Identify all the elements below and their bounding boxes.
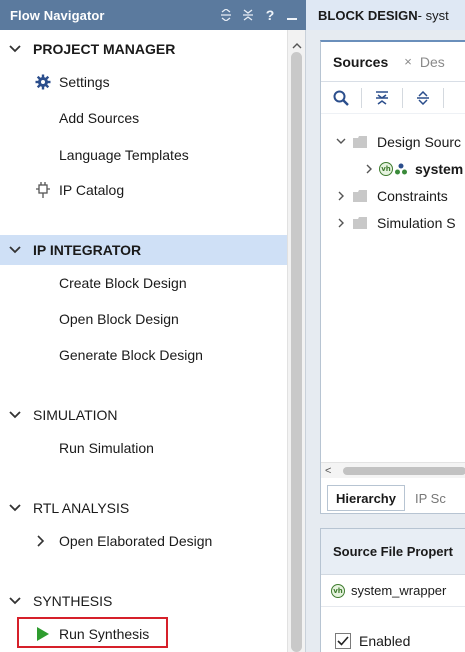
help-icon[interactable]: ? (264, 7, 276, 23)
ip-plug-icon (34, 181, 52, 199)
expand-all-icon[interactable] (413, 88, 433, 108)
nav-item-open-block-design[interactable]: Open Block Design (0, 304, 287, 334)
block-design-subtitle: - syst (417, 7, 449, 23)
block-design-title: BLOCK DESIGN (318, 7, 418, 23)
chevron-right-icon[interactable] (335, 190, 347, 202)
vhdl-file-icon: vh (379, 161, 393, 176)
properties-title: Source File Propert (321, 529, 465, 575)
nav-item-generate-block-design[interactable]: Generate Block Design (0, 340, 287, 370)
vhdl-file-icon: vh (331, 583, 345, 598)
nav-item-label: Language Templates (59, 147, 189, 163)
chevron-down-icon[interactable] (8, 594, 22, 608)
scroll-up-icon[interactable] (292, 36, 302, 52)
close-tab-icon[interactable]: × (404, 54, 412, 69)
nav-item-run-simulation[interactable]: Run Simulation (0, 433, 287, 463)
collapse-all-icon[interactable] (242, 8, 254, 22)
chevron-down-icon[interactable] (335, 136, 347, 148)
tree-item-label: Constraints (377, 187, 448, 204)
nav-item-label: Open Elaborated Design (59, 533, 213, 549)
section-label: RTL ANALYSIS (33, 500, 130, 516)
tree-item-constraints[interactable]: Constraints (321, 182, 465, 209)
sources-toolbar (321, 82, 465, 114)
nav-item-add-sources[interactable]: Add Sources (0, 103, 287, 133)
enabled-label: Enabled (359, 633, 411, 649)
section-ip-integrator[interactable]: IP INTEGRATOR (0, 235, 287, 265)
toolbar-divider (443, 87, 444, 108)
tab-hierarchy[interactable]: Hierarchy (327, 485, 405, 511)
minimize-icon[interactable] (286, 8, 298, 22)
properties-file-row: vh system_wrapper (321, 575, 465, 607)
scroll-left-icon[interactable]: < (325, 465, 331, 477)
block-design-area: BLOCK DESIGN - syst Sources × Des Design… (306, 0, 465, 652)
gear-icon (34, 73, 52, 91)
sources-panel: Sources × Des Design Sourc vh system Con… (320, 40, 465, 514)
nav-item-open-elaborated-design[interactable]: Open Elaborated Design (0, 526, 287, 556)
hierarchy-top-icon (395, 163, 407, 174)
scrollbar-thumb[interactable] (343, 467, 465, 475)
tree-item-label: system (415, 160, 464, 177)
tree-item-system-wrapper[interactable]: vh system (321, 155, 465, 182)
tab-design[interactable]: Des (420, 54, 445, 70)
expand-all-icon[interactable] (220, 8, 232, 22)
section-rtl-analysis[interactable]: RTL ANALYSIS (0, 493, 287, 523)
tab-ip-sources[interactable]: IP Sc (415, 491, 446, 506)
chevron-right-icon[interactable] (34, 534, 48, 548)
section-label: IP INTEGRATOR (33, 242, 142, 258)
enabled-checkbox-row[interactable]: Enabled (321, 627, 465, 652)
flow-navigator-toolbar: ? (220, 0, 298, 30)
collapse-all-icon[interactable] (372, 88, 392, 108)
chevron-down-icon[interactable] (8, 408, 22, 422)
nav-item-label: Add Sources (59, 110, 140, 126)
nav-item-label: IP Catalog (59, 182, 125, 198)
flow-navigator-panel: Flow Navigator ? PROJECT MANAGER Setting… (0, 0, 306, 652)
chevron-right-icon[interactable] (363, 163, 375, 175)
folder-icon (353, 216, 367, 229)
run-synthesis-highlight-box (17, 617, 168, 648)
section-label: SIMULATION (33, 407, 118, 423)
toolbar-divider (402, 87, 403, 108)
nav-item-settings[interactable]: Settings (0, 67, 287, 97)
search-icon[interactable] (331, 88, 351, 108)
flow-navigator-title: Flow Navigator (10, 7, 105, 23)
block-design-header: BLOCK DESIGN - syst (306, 0, 465, 30)
nav-item-language-templates[interactable]: Language Templates (0, 140, 287, 170)
flow-navigator-scrollbar[interactable] (287, 30, 305, 652)
folder-icon (353, 135, 367, 148)
sources-bottom-tabs: Hierarchy IP Sc (321, 482, 465, 514)
nav-item-label: Generate Block Design (59, 347, 203, 363)
tab-sources[interactable]: Sources (333, 54, 388, 70)
section-project-manager[interactable]: PROJECT MANAGER (0, 34, 287, 64)
chevron-down-icon[interactable] (8, 243, 22, 257)
tree-item-label: Design Sourc (377, 133, 462, 150)
section-simulation[interactable]: SIMULATION (0, 400, 287, 430)
properties-file-name: system_wrapper (351, 583, 447, 598)
chevron-down-icon[interactable] (8, 501, 22, 515)
section-label: PROJECT MANAGER (33, 41, 176, 57)
section-synthesis[interactable]: SYNTHESIS (0, 586, 287, 616)
section-label: SYNTHESIS (33, 593, 113, 609)
nav-item-label: Settings (59, 74, 110, 90)
tree-item-simulation-sources[interactable]: Simulation S (321, 209, 465, 236)
enabled-checkbox[interactable] (335, 633, 351, 649)
chevron-right-icon[interactable] (335, 217, 347, 229)
nav-item-label: Run Simulation (59, 440, 154, 456)
nav-item-label: Create Block Design (59, 275, 187, 291)
tree-item-label: Simulation S (377, 214, 456, 231)
flow-navigator-tree: PROJECT MANAGER Settings Add Sources Lan… (0, 30, 287, 652)
folder-icon (353, 189, 367, 202)
tree-item-design-sources[interactable]: Design Sourc (321, 128, 465, 155)
flow-navigator-header: Flow Navigator ? (0, 0, 306, 30)
chevron-down-icon[interactable] (8, 42, 22, 56)
sources-horizontal-scrollbar[interactable]: < (321, 462, 465, 478)
nav-item-ip-catalog[interactable]: IP Catalog (0, 175, 287, 205)
scrollbar-thumb[interactable] (291, 52, 302, 652)
sources-tab-bar: Sources × Des (321, 42, 465, 82)
source-file-properties-panel: Source File Propert vh system_wrapper En… (320, 528, 465, 652)
nav-item-create-block-design[interactable]: Create Block Design (0, 268, 287, 298)
nav-item-label: Open Block Design (59, 311, 179, 327)
toolbar-divider (361, 87, 362, 108)
